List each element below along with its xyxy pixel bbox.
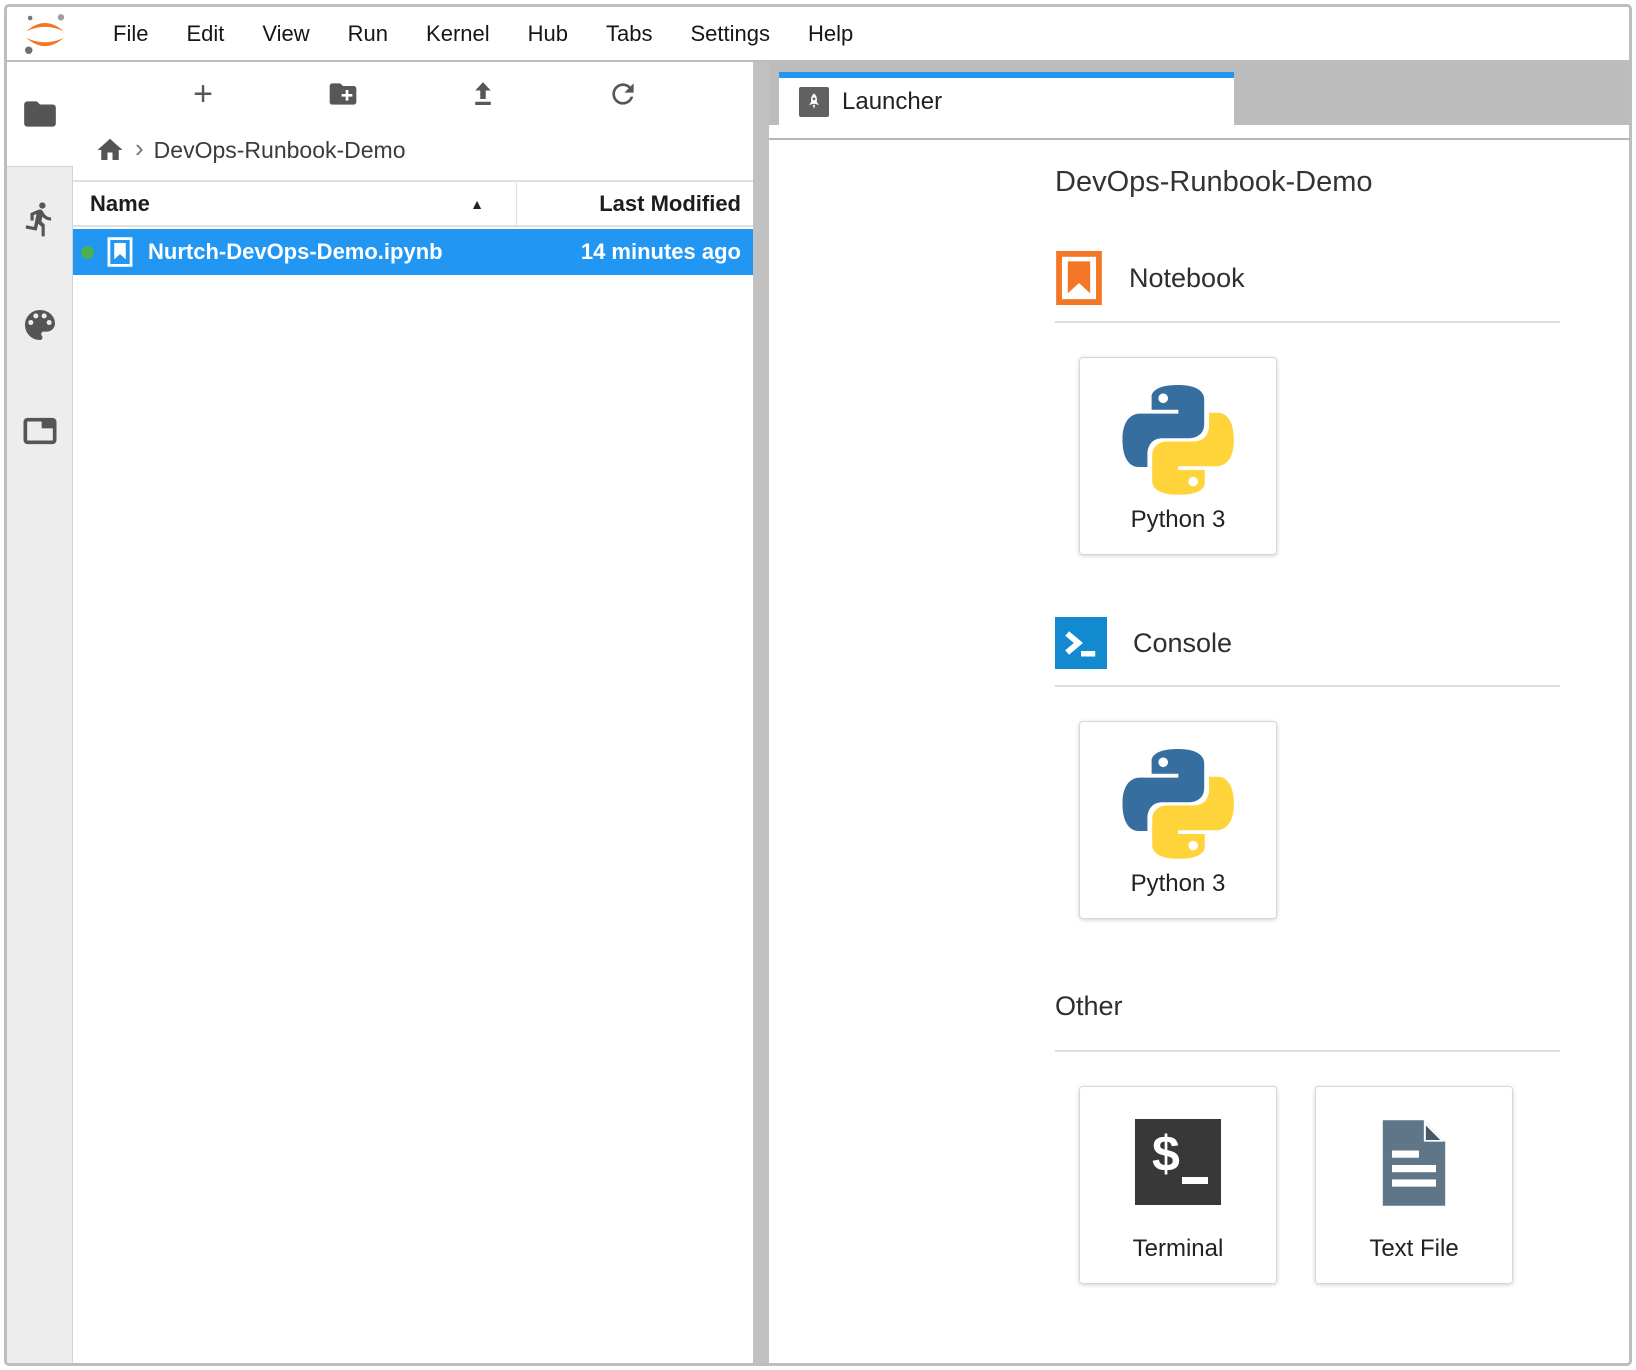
tab-launcher[interactable]: Launcher [779,72,1234,125]
section-other-label: Other [1055,991,1123,1022]
plus-icon: + [193,77,213,111]
upload-icon [468,79,498,109]
sidebar-item-tabs[interactable] [18,409,62,453]
section-notebook-header: Notebook [1055,251,1560,305]
menu-item-kernel[interactable]: Kernel [407,21,509,47]
file-name: Nurtch-DevOps-Demo.ipynb [148,239,443,265]
kernel-running-dot [81,246,94,259]
file-browser-toolbar: + [73,62,753,126]
card-label: Terminal [1133,1235,1224,1263]
python-logo-icon [1122,748,1234,860]
underscore-glyph [1182,1177,1208,1184]
upload-button[interactable] [461,72,505,116]
notebook-file-icon [107,237,133,267]
breadcrumb-separator: › [135,133,144,164]
launcher-card-console-python3[interactable]: Python 3 [1079,721,1277,919]
launcher-card-notebook-python3[interactable]: Python 3 [1079,357,1277,555]
launcher-body: DevOps-Runbook-Demo Notebook [769,140,1629,1364]
card-label: Python 3 [1131,870,1226,898]
home-icon[interactable] [95,135,125,165]
section-divider [1055,321,1560,323]
section-console-header: Console [1055,617,1560,669]
file-list-header: Name ▲ Last Modified [73,180,753,227]
sidebar-item-running[interactable] [18,197,62,241]
launcher-cwd-title: DevOps-Runbook-Demo [1055,166,1560,199]
section-divider [1055,685,1560,687]
menu-item-edit[interactable]: Edit [167,21,243,47]
menu-item-help[interactable]: Help [789,21,872,47]
breadcrumb-current-folder[interactable]: DevOps-Runbook-Demo [154,137,406,164]
sidebar-item-files[interactable] [7,62,73,166]
activity-bar [7,62,73,1364]
dollar-glyph: $ [1152,1125,1180,1183]
launcher-rocket-icon [799,87,829,117]
dock-tab-bar: Launcher [769,62,1629,125]
file-row-selected[interactable]: Nurtch-DevOps-Demo.ipynb 14 minutes ago [73,229,753,275]
python-logo-icon [1122,384,1234,496]
section-console-label: Console [1133,628,1232,659]
sidebar-item-commands[interactable] [18,303,62,347]
breadcrumb: › DevOps-Runbook-Demo [73,126,753,174]
menu-item-settings[interactable]: Settings [671,21,789,47]
new-folder-icon [327,78,359,110]
menu-item-file[interactable]: File [94,21,167,47]
section-notebook-label: Notebook [1129,263,1245,294]
card-label: Python 3 [1131,506,1226,534]
menu-item-view[interactable]: View [243,21,328,47]
text-file-icon [1374,1117,1454,1209]
sort-ascending-icon: ▲ [470,196,484,212]
panel-splitter[interactable] [753,62,769,1364]
tabs-icon [20,411,60,451]
new-folder-button[interactable] [321,72,365,116]
launcher-card-text-file[interactable]: Text File [1315,1086,1513,1284]
file-browser-panel: + [73,62,753,1364]
menu-items: File Edit View Run Kernel Hub Tabs Setti… [94,21,872,47]
menu-item-run[interactable]: Run [329,21,407,47]
activity-bar-rest [7,166,73,1364]
running-man-icon [21,200,59,238]
new-launcher-button[interactable]: + [181,72,225,116]
notebook-icon [1055,251,1103,305]
section-divider [1055,1050,1560,1052]
palette-icon [20,305,60,345]
menu-item-hub[interactable]: Hub [509,21,587,47]
main-area: + [7,62,1629,1364]
launcher-card-terminal[interactable]: $ Terminal [1079,1086,1277,1284]
folder-icon [21,95,59,133]
column-header-last-modified[interactable]: Last Modified [516,182,753,225]
file-last-modified: 14 minutes ago [581,239,741,265]
card-label: Text File [1369,1235,1458,1263]
column-header-name[interactable]: Name ▲ [73,182,516,225]
jupyter-logo-icon [20,12,70,56]
refresh-button[interactable] [601,72,645,116]
jupyterlab-window: File Edit View Run Kernel Hub Tabs Setti… [4,4,1632,1366]
refresh-icon [607,78,639,110]
launcher-panel: Launcher DevOps-Runbook-Demo Notebook [769,62,1629,1364]
tab-launcher-label: Launcher [842,88,942,116]
section-other-header: Other [1055,991,1560,1022]
menu-bar: File Edit View Run Kernel Hub Tabs Setti… [7,7,1629,62]
console-icon [1055,617,1107,669]
terminal-icon: $ [1135,1119,1221,1205]
menu-item-tabs[interactable]: Tabs [587,21,671,47]
